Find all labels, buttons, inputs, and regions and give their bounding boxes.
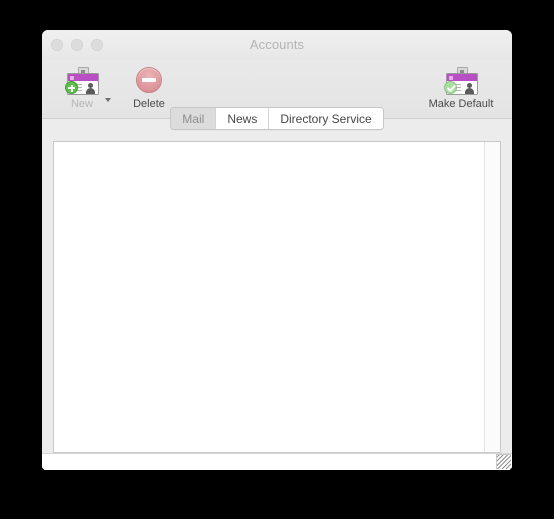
accounts-panel: Mail News Directory Service — [42, 107, 512, 470]
new-account-button[interactable]: New — [51, 64, 113, 110]
tab-mail[interactable]: Mail — [171, 108, 216, 129]
minus-bar-icon — [142, 78, 156, 82]
accounts-list-scrollbar[interactable] — [484, 142, 500, 452]
page-title: Accounts — [249, 37, 305, 52]
delete-icon-wrap — [118, 64, 180, 96]
resize-grip[interactable] — [496, 454, 511, 469]
card-band-icon — [447, 74, 477, 81]
make-default-card-check-icon — [444, 67, 478, 95]
make-default-icon-wrap — [418, 64, 504, 96]
tab-bar: Mail News Directory Service — [42, 107, 512, 130]
card-band-icon — [68, 74, 98, 81]
accounts-list-frame — [53, 141, 501, 453]
make-default-button[interactable]: Make Default — [418, 64, 504, 110]
person-silhouette-icon — [465, 83, 474, 94]
tab-news[interactable]: News — [215, 108, 269, 129]
new-account-card-icon — [65, 67, 99, 95]
window-titlebar: Accounts — [42, 30, 512, 60]
segmented-control: Mail News Directory Service — [170, 107, 384, 130]
new-account-icon-wrap — [51, 64, 113, 96]
tab-directory-service[interactable]: Directory Service — [268, 108, 383, 129]
green-plus-badge-icon — [65, 81, 78, 94]
delete-account-button[interactable]: Delete — [118, 64, 180, 110]
chevron-down-icon[interactable] — [105, 98, 111, 102]
green-check-badge-icon — [444, 81, 457, 94]
accounts-list[interactable] — [54, 142, 485, 452]
window-bottom-bar — [42, 453, 512, 470]
delete-minus-circle-icon — [136, 67, 162, 93]
person-silhouette-icon — [86, 83, 95, 94]
accounts-window: Accounts New Delete Make Default Mail Ne… — [42, 30, 512, 470]
